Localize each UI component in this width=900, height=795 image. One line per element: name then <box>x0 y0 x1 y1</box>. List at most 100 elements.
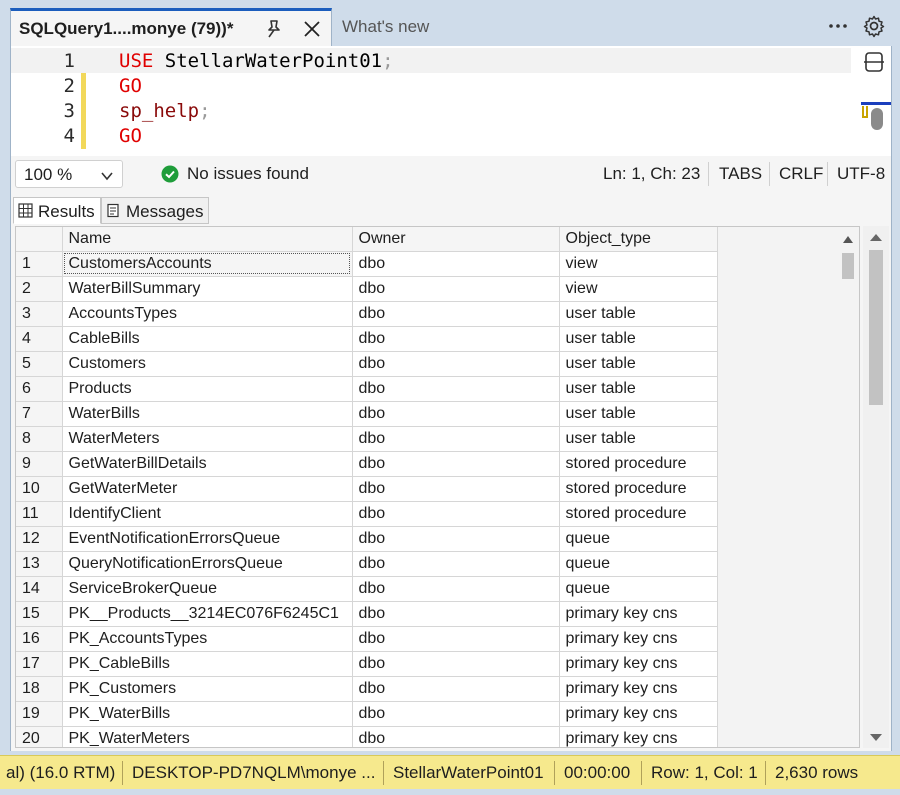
row-number[interactable]: 17 <box>16 651 63 677</box>
row-number[interactable]: 8 <box>16 426 63 452</box>
cell-name[interactable]: GetWaterBillDetails <box>62 451 353 477</box>
cell-object-type[interactable]: primary key cns <box>559 701 718 727</box>
cell-owner[interactable]: dbo <box>352 501 560 527</box>
cell-object-type[interactable]: user table <box>559 376 718 402</box>
cell-owner[interactable]: dbo <box>352 401 560 427</box>
cell-name[interactable]: PK_WaterBills <box>62 701 353 727</box>
file-encoding[interactable]: UTF-8 <box>837 164 885 184</box>
cell-name[interactable]: PK_WaterMeters <box>62 726 353 747</box>
code-line[interactable]: 1 USE StellarWaterPoint01; <box>11 48 851 73</box>
grid-inner-scrollbar[interactable] <box>838 229 858 747</box>
table-row[interactable]: 5 Customers dbo user table <box>16 351 857 377</box>
editor-scrollbar-thumb[interactable] <box>871 108 883 130</box>
settings-gear-icon[interactable] <box>862 14 886 38</box>
cell-owner[interactable]: dbo <box>352 376 560 402</box>
row-number[interactable]: 20 <box>16 726 63 747</box>
row-number[interactable]: 5 <box>16 351 63 377</box>
table-row[interactable]: 20 PK_WaterMeters dbo primary key cns <box>16 726 857 747</box>
table-row[interactable]: 11 IdentifyClient dbo stored procedure <box>16 501 857 527</box>
cell-object-type[interactable]: stored procedure <box>559 451 718 477</box>
cell-name[interactable]: PK_AccountsTypes <box>62 626 353 652</box>
more-options-icon[interactable] <box>826 14 850 38</box>
cell-name[interactable]: CustomersAccounts <box>62 251 353 277</box>
cell-object-type[interactable]: primary key cns <box>559 676 718 702</box>
cell-owner[interactable]: dbo <box>352 676 560 702</box>
table-row[interactable]: 12 EventNotificationErrorsQueue dbo queue <box>16 526 857 552</box>
cell-object-type[interactable]: user table <box>559 326 718 352</box>
cell-owner[interactable]: dbo <box>352 626 560 652</box>
table-row[interactable]: 4 CableBills dbo user table <box>16 326 857 352</box>
cell-name[interactable]: ServiceBrokerQueue <box>62 576 353 602</box>
cell-object-type[interactable]: queue <box>559 576 718 602</box>
table-row[interactable]: 2 WaterBillSummary dbo view <box>16 276 857 302</box>
query-editor[interactable]: 1 USE StellarWaterPoint01; 2 GO 3 sp_hel… <box>10 46 892 156</box>
table-row[interactable]: 3 AccountsTypes dbo user table <box>16 301 857 327</box>
cell-name[interactable]: WaterBills <box>62 401 353 427</box>
column-header-object-type[interactable]: Object_type <box>559 227 718 252</box>
row-number[interactable]: 9 <box>16 451 63 477</box>
tab-results[interactable]: Results <box>13 197 101 224</box>
cell-object-type[interactable]: primary key cns <box>559 651 718 677</box>
table-row[interactable]: 15 PK__Products__3214EC076F6245C1 dbo prima… <box>16 601 857 627</box>
row-number[interactable]: 7 <box>16 401 63 427</box>
cell-owner[interactable]: dbo <box>352 701 560 727</box>
table-row[interactable]: 6 Products dbo user table <box>16 376 857 402</box>
table-row[interactable]: 13 QueryNotificationErrorsQueue dbo queue <box>16 551 857 577</box>
table-row[interactable]: 8 WaterMeters dbo user table <box>16 426 857 452</box>
scroll-up-icon[interactable] <box>842 235 854 245</box>
table-row[interactable]: 9 GetWaterBillDetails dbo stored procedure <box>16 451 857 477</box>
table-row[interactable]: 18 PK_Customers dbo primary key cns <box>16 676 857 702</box>
row-number[interactable]: 10 <box>16 476 63 502</box>
row-number[interactable]: 6 <box>16 376 63 402</box>
row-number[interactable]: 1 <box>16 251 63 277</box>
cell-object-type[interactable]: queue <box>559 551 718 577</box>
cell-owner[interactable]: dbo <box>352 551 560 577</box>
line-endings[interactable]: CRLF <box>779 164 823 184</box>
tab-sqlquery1[interactable]: SQLQuery1....monye (79))* <box>10 8 332 48</box>
cell-object-type[interactable]: primary key cns <box>559 601 718 627</box>
row-number-header[interactable] <box>16 227 63 252</box>
table-row[interactable]: 1 CustomersAccounts dbo view <box>16 251 857 277</box>
tab-messages[interactable]: Messages <box>101 197 209 224</box>
cell-object-type[interactable]: primary key cns <box>559 626 718 652</box>
cell-owner[interactable]: dbo <box>352 426 560 452</box>
cell-name[interactable]: PK_CableBills <box>62 651 353 677</box>
cell-name[interactable]: Customers <box>62 351 353 377</box>
cell-object-type[interactable]: primary key cns <box>559 726 718 747</box>
row-number[interactable]: 12 <box>16 526 63 552</box>
cell-object-type[interactable]: user table <box>559 351 718 377</box>
code-line[interactable]: 2 GO <box>11 73 851 98</box>
row-number[interactable]: 3 <box>16 301 63 327</box>
close-icon[interactable] <box>301 18 323 40</box>
column-header-name[interactable]: Name <box>62 227 353 252</box>
row-number[interactable]: 15 <box>16 601 63 627</box>
cell-name[interactable]: PK_Customers <box>62 676 353 702</box>
cell-object-type[interactable]: queue <box>559 526 718 552</box>
cell-name[interactable]: QueryNotificationErrorsQueue <box>62 551 353 577</box>
cell-object-type[interactable]: user table <box>559 401 718 427</box>
cell-owner[interactable]: dbo <box>352 601 560 627</box>
cell-object-type[interactable]: user table <box>559 301 718 327</box>
cell-name[interactable]: WaterBillSummary <box>62 276 353 302</box>
cell-object-type[interactable]: user table <box>559 426 718 452</box>
split-editor-icon[interactable] <box>863 50 885 74</box>
cell-owner[interactable]: dbo <box>352 476 560 502</box>
cell-name[interactable]: AccountsTypes <box>62 301 353 327</box>
row-number[interactable]: 4 <box>16 326 63 352</box>
cell-owner[interactable]: dbo <box>352 726 560 747</box>
cell-owner[interactable]: dbo <box>352 326 560 352</box>
code-line[interactable]: 4 GO <box>11 123 851 148</box>
results-scrollbar[interactable] <box>863 226 889 748</box>
table-row[interactable]: 16 PK_AccountsTypes dbo primary key cns <box>16 626 857 652</box>
cell-owner[interactable]: dbo <box>352 651 560 677</box>
cell-name[interactable]: Products <box>62 376 353 402</box>
cell-owner[interactable]: dbo <box>352 526 560 552</box>
tab-whats-new[interactable]: What's new <box>334 8 504 44</box>
cell-owner[interactable]: dbo <box>352 301 560 327</box>
row-number[interactable]: 18 <box>16 676 63 702</box>
cell-name[interactable]: CableBills <box>62 326 353 352</box>
grid-inner-scroll-thumb[interactable] <box>842 253 854 279</box>
row-number[interactable]: 16 <box>16 626 63 652</box>
row-number[interactable]: 11 <box>16 501 63 527</box>
column-header-owner[interactable]: Owner <box>352 227 560 252</box>
